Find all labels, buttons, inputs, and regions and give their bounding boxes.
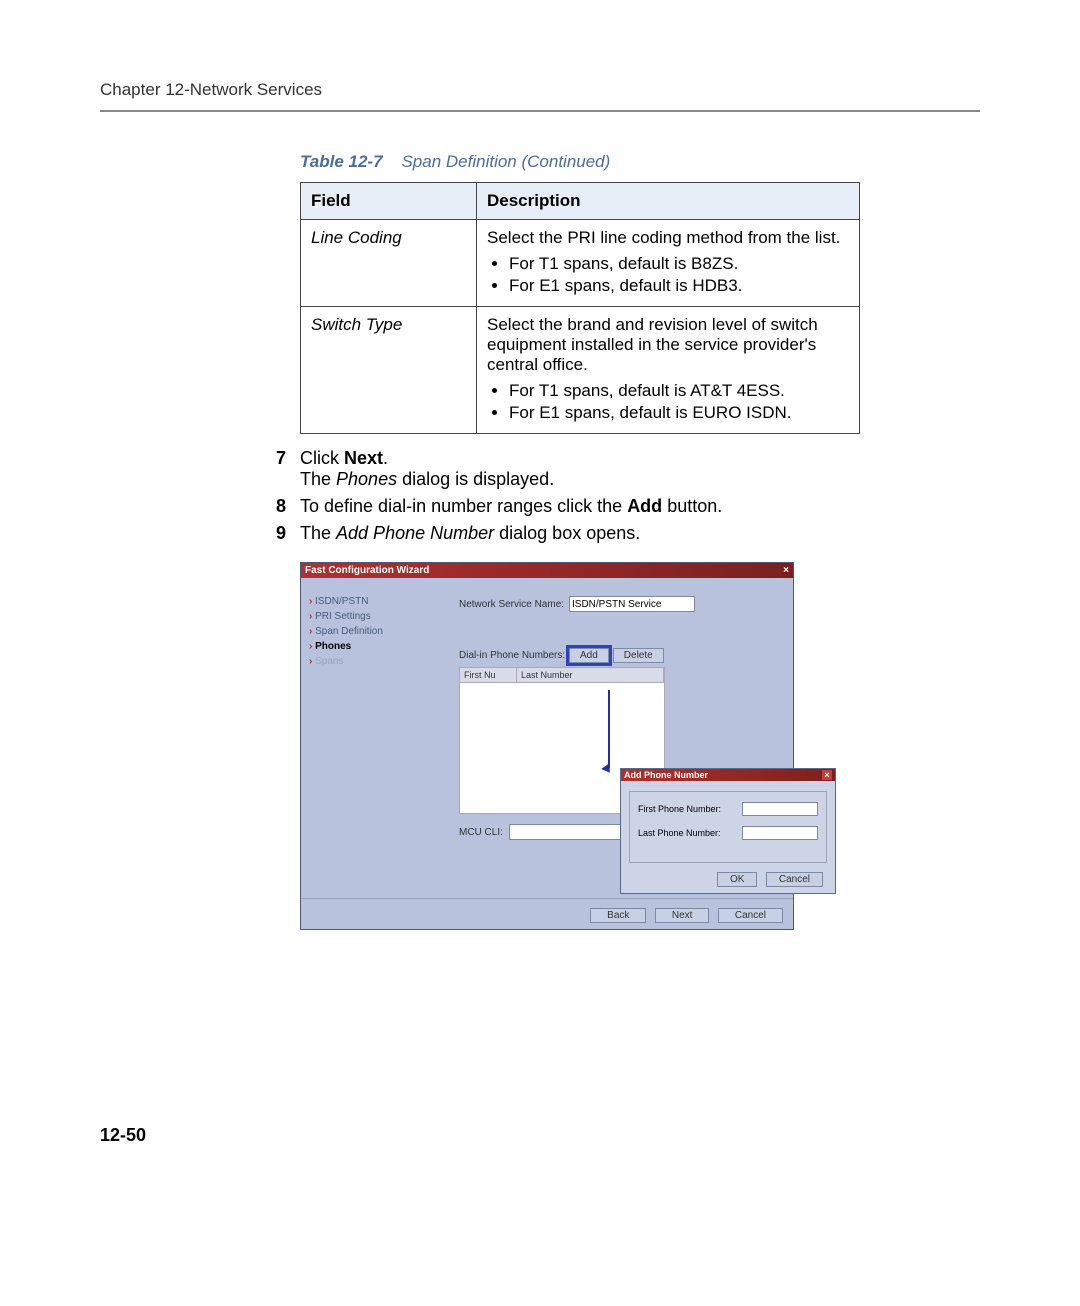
table-caption-label: Table 12-7 bbox=[300, 152, 383, 171]
line-coding-desc-text: Select the PRI line coding method from t… bbox=[487, 228, 840, 247]
steps-list: 7 Click Next. The Phones dialog is displ… bbox=[300, 448, 980, 544]
line-coding-bullet-2: For E1 spans, default is HDB3. bbox=[509, 276, 849, 296]
th-description: Description bbox=[477, 183, 860, 220]
grid-col-last: Last Number bbox=[517, 668, 664, 682]
add-popup-title-text: Add Phone Number bbox=[624, 770, 708, 780]
s9-p0: The bbox=[300, 523, 336, 543]
sidebar-item-phones[interactable]: Phones bbox=[309, 641, 439, 652]
wizard-sidebar: ISDN/PSTN PRI Settings Span Definition P… bbox=[301, 578, 447, 898]
step-num-9: 9 bbox=[260, 523, 286, 544]
line-coding-bullet-1: For T1 spans, default is B8ZS. bbox=[509, 254, 849, 274]
table-caption-text: Span Definition (Continued) bbox=[401, 152, 610, 171]
s7-p1: Next bbox=[344, 448, 383, 468]
step-num-8: 8 bbox=[260, 496, 286, 517]
wizard-title-text: Fast Configuration Wizard bbox=[305, 565, 429, 576]
cell-switch-type-field: Switch Type bbox=[301, 307, 477, 434]
grid-col-first: First Nu bbox=[460, 668, 517, 682]
chapter-header: Chapter 12-Network Services bbox=[100, 80, 980, 100]
last-phone-label: Last Phone Number: bbox=[638, 828, 721, 838]
first-phone-label: First Phone Number: bbox=[638, 804, 721, 814]
cancel-button[interactable]: Cancel bbox=[718, 908, 783, 923]
s7-sub2: dialog is displayed. bbox=[397, 469, 554, 489]
wizard-titlebar: Fast Configuration Wizard × bbox=[301, 563, 793, 578]
network-service-label: Network Service Name: bbox=[459, 599, 569, 610]
switch-type-desc-text: Select the brand and revision level of s… bbox=[487, 315, 818, 374]
th-field: Field bbox=[301, 183, 477, 220]
mcu-cli-label: MCU CLI: bbox=[459, 827, 509, 838]
cell-switch-type-desc: Select the brand and revision level of s… bbox=[477, 307, 860, 434]
s8-p0: To define dial-in number ranges click th… bbox=[300, 496, 627, 516]
span-definition-table: Field Description Line Coding Select the… bbox=[300, 182, 860, 434]
add-button[interactable]: Add bbox=[569, 648, 609, 663]
wizard-screenshot: Fast Configuration Wizard × ISDN/PSTN PR… bbox=[300, 562, 800, 930]
switch-type-bullet-1: For T1 spans, default is AT&T 4ESS. bbox=[509, 381, 849, 401]
back-button[interactable]: Back bbox=[590, 908, 646, 923]
page-number: 12-50 bbox=[100, 1125, 146, 1146]
wizard-close-icon[interactable]: × bbox=[783, 565, 789, 576]
delete-button[interactable]: Delete bbox=[613, 648, 664, 663]
popup-ok-button[interactable]: OK bbox=[717, 872, 757, 887]
sidebar-item-isdn[interactable]: ISDN/PSTN bbox=[309, 596, 439, 607]
first-phone-input[interactable] bbox=[742, 802, 818, 816]
sidebar-item-spans: Spans bbox=[309, 656, 439, 667]
switch-type-bullet-2: For E1 spans, default is EURO ISDN. bbox=[509, 403, 849, 423]
wizard-footer: Back Next Cancel bbox=[301, 898, 793, 929]
s9-p2: dialog box opens. bbox=[494, 523, 640, 543]
s9-p1: Add Phone Number bbox=[336, 523, 494, 543]
table-caption: Table 12-7 Span Definition (Continued) bbox=[300, 152, 980, 172]
sidebar-item-pri[interactable]: PRI Settings bbox=[309, 611, 439, 622]
grid-header: First Nu Last Number bbox=[459, 667, 665, 683]
mcu-cli-input[interactable] bbox=[509, 824, 625, 840]
cell-line-coding-field: Line Coding bbox=[301, 220, 477, 307]
s8-p1: Add bbox=[627, 496, 662, 516]
s7-p0: Click bbox=[300, 448, 344, 468]
s8-p2: button. bbox=[662, 496, 722, 516]
s7-sub0: The bbox=[300, 469, 336, 489]
add-phone-popup: Add Phone Number × First Phone Number: L… bbox=[620, 768, 836, 894]
next-button[interactable]: Next bbox=[655, 908, 710, 923]
dial-in-label: Dial-in Phone Numbers: bbox=[459, 650, 569, 661]
popup-cancel-button[interactable]: Cancel bbox=[766, 872, 823, 887]
callout-arrow bbox=[608, 690, 610, 768]
cell-line-coding-desc: Select the PRI line coding method from t… bbox=[477, 220, 860, 307]
s7-p2: . bbox=[383, 448, 388, 468]
network-service-input[interactable] bbox=[569, 596, 695, 612]
last-phone-input[interactable] bbox=[742, 826, 818, 840]
step-num-7: 7 bbox=[260, 448, 286, 490]
add-popup-close-icon[interactable]: × bbox=[822, 770, 832, 780]
header-rule bbox=[100, 110, 980, 112]
sidebar-item-span[interactable]: Span Definition bbox=[309, 626, 439, 637]
s7-sub1: Phones bbox=[336, 469, 397, 489]
